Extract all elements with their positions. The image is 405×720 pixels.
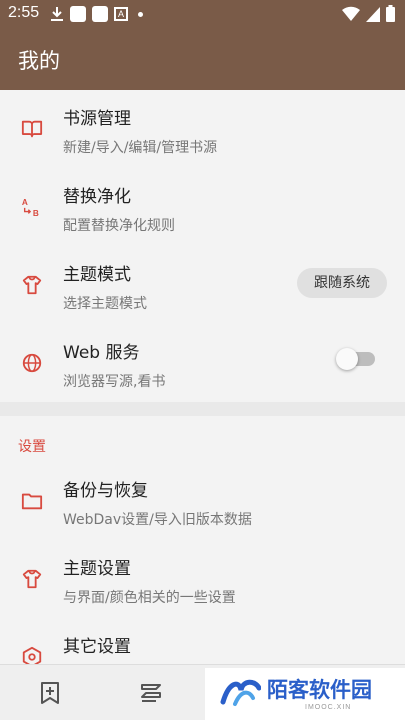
item-subtitle: WebDav设置/导入旧版本数据 [63, 512, 252, 528]
list-item-web-service[interactable]: Web 服务 浏览器写源,看书 [0, 324, 405, 402]
toggle-knob [336, 348, 358, 370]
system-icons [342, 5, 395, 22]
folder-icon [21, 493, 43, 510]
watermark-subtext: IMOOC.XIN [305, 704, 352, 711]
item-subtitle: 浏览器写源,看书 [63, 374, 166, 390]
settings-list: 书源管理 新建/导入/编辑/管理书源 A B 替换净化 配置替换净化规则 主题模… [0, 90, 405, 696]
signal-icon [366, 6, 380, 22]
book-open-icon [21, 120, 43, 138]
item-title: 主题设置 [63, 559, 131, 579]
item-title: 书源管理 [63, 109, 131, 129]
item-subtitle: 配置替换净化规则 [63, 218, 175, 234]
settings-section-header: 设置 [0, 416, 405, 462]
item-subtitle: 选择主题模式 [63, 296, 147, 312]
item-title: 其它设置 [63, 637, 131, 657]
item-subtitle: 与界面/颜色相关的一些设置 [63, 590, 236, 606]
app-notification-icon [92, 6, 108, 22]
section-title: 设置 [18, 439, 46, 455]
explore-icon[interactable] [138, 680, 164, 706]
svg-text:A: A [22, 198, 28, 207]
watermark-logo-icon [220, 679, 261, 706]
list-item-backup-restore[interactable]: 备份与恢复 WebDav设置/导入旧版本数据 [0, 462, 405, 540]
notification-icons: A [50, 6, 143, 22]
watermark: 陌客软件园 IMOOC.XIN [205, 668, 405, 720]
list-item-book-source[interactable]: 书源管理 新建/导入/编辑/管理书源 [0, 90, 405, 168]
globe-icon [22, 353, 42, 373]
app-bar: 我的 [0, 28, 405, 90]
bookmark-add-icon[interactable] [37, 680, 63, 706]
item-title: 备份与恢复 [63, 481, 148, 501]
wifi-icon [342, 6, 360, 21]
a-notification-icon: A [114, 7, 128, 21]
battery-icon [386, 5, 395, 22]
status-bar: 2:55 A [0, 0, 405, 28]
watermark-text: 陌客软件园 [267, 677, 372, 702]
replace-ab-icon: A B [22, 198, 39, 218]
svg-text:B: B [33, 209, 39, 218]
section-divider [0, 402, 405, 416]
item-title: 主题模式 [63, 265, 131, 285]
item-title: Web 服务 [63, 343, 140, 363]
web-service-toggle[interactable] [336, 348, 375, 370]
list-item-theme-mode[interactable]: 主题模式 选择主题模式 跟随系统 [0, 246, 405, 324]
shirt-icon [22, 275, 42, 295]
item-title: 替换净化 [63, 187, 131, 207]
app-notification-icon [70, 6, 86, 22]
page-title: 我的 [18, 49, 60, 73]
item-subtitle: 新建/导入/编辑/管理书源 [63, 140, 218, 156]
theme-mode-value-chip[interactable]: 跟随系统 [297, 268, 387, 298]
more-notifications-icon [138, 11, 143, 17]
list-item-replace-rules[interactable]: A B 替换净化 配置替换净化规则 [0, 168, 405, 246]
list-item-theme-settings[interactable]: 主题设置 与界面/颜色相关的一些设置 [0, 540, 405, 618]
shirt-icon [22, 569, 42, 589]
download-icon [51, 7, 63, 21]
status-time: 2:55 [8, 4, 40, 21]
